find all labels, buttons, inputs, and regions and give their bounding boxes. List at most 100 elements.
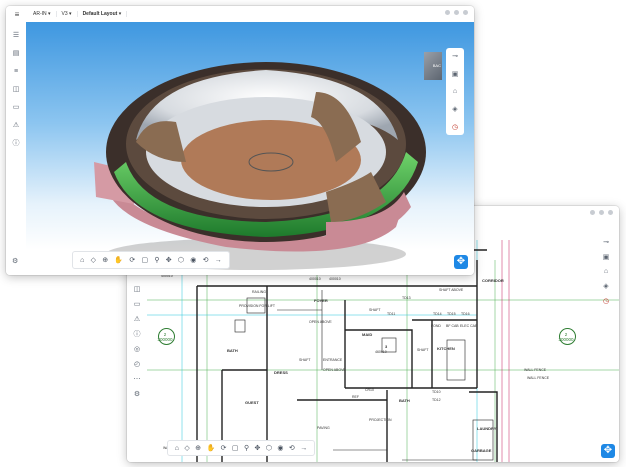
home-icon[interactable]: ⌂ [175, 445, 179, 452]
model-dropdown[interactable]: AR-IN ▾ [28, 11, 57, 17]
orbit-icon[interactable]: ⟳ [129, 256, 135, 264]
history-icon[interactable]: ◷ [452, 123, 458, 131]
zoom-icon[interactable]: ⊕ [195, 444, 201, 452]
close-button[interactable] [463, 10, 468, 15]
expand-button[interactable]: ✥ [454, 255, 468, 269]
grid-tag-right: 2 300000 [555, 332, 577, 342]
annotation: PAVING [317, 426, 330, 430]
cube-icon[interactable]: ◫ [13, 86, 20, 94]
screenshot-icon[interactable]: ▢ [232, 444, 239, 452]
minimize-button[interactable] [590, 210, 595, 215]
annotation: SHAFT ABOVE [439, 288, 464, 292]
annotation: BF CAB [446, 324, 459, 328]
dropdown-label: Default Layout [82, 11, 118, 17]
layers-icon[interactable]: ▣ [603, 253, 610, 261]
annotation: 400010 [329, 277, 341, 281]
history-icon[interactable]: ◷ [603, 297, 609, 305]
home-icon[interactable]: ⌂ [604, 268, 608, 275]
annotation: TD14 [433, 312, 442, 316]
room-label: LAUNDRY [477, 426, 497, 431]
room-label: FOYER [314, 298, 328, 303]
folder-icon[interactable]: ▭ [13, 104, 20, 112]
clock-icon[interactable]: ◴ [134, 361, 140, 369]
hamburger-icon[interactable]: ≡ [6, 10, 28, 19]
box-icon[interactable]: ◇ [184, 444, 189, 452]
arrow-icon[interactable]: → [300, 445, 307, 452]
home-icon[interactable]: ⌂ [80, 257, 84, 264]
camera-icon[interactable]: ◉ [277, 444, 283, 452]
zoom-icon[interactable]: ⊕ [102, 256, 108, 264]
layers-icon[interactable]: ☰ [13, 32, 19, 40]
annotation: RAILING [252, 290, 267, 294]
room-label: CORRIDOR [482, 278, 504, 283]
info-icon[interactable]: ⓘ [13, 140, 20, 148]
annotation: TD16 [461, 312, 470, 316]
box-icon[interactable]: ◇ [91, 256, 96, 264]
measure-icon[interactable]: ⊸ [603, 238, 609, 246]
room-label: MAID [362, 332, 373, 337]
annotation: TD10 [432, 390, 441, 394]
grid-tag-value: 300000 [157, 337, 173, 342]
annotation: PROVISION FOR LIFT [239, 304, 275, 308]
room-label: GARBAGE [471, 448, 492, 453]
section-icon[interactable]: ◈ [452, 105, 457, 113]
layout-dropdown[interactable]: Default Layout ▾ [78, 11, 128, 17]
warning-icon[interactable]: ⚠ [13, 122, 19, 130]
model-window-topbar: ≡ AR-IN ▾ V3 ▾ Default Layout ▾ [6, 6, 474, 23]
annotation: OPEN ABOVE [309, 320, 332, 324]
folder-icon[interactable]: ▭ [134, 301, 141, 309]
cube-3d-icon[interactable]: ⬡ [266, 444, 272, 452]
annotation: WALL FENCE [524, 368, 547, 372]
more-icon[interactable]: ⋯ [134, 376, 141, 384]
room-label: KITCHEN [437, 346, 455, 351]
model-bottom-toolbar: ⌂ ◇ ⊕ ✋ ⟳ ▢ ⚲ ✥ ⬡ ◉ ⟲ → [72, 251, 230, 269]
view-cube[interactable]: BAC [424, 52, 442, 80]
info-icon[interactable]: ⓘ [134, 331, 141, 339]
walk-icon[interactable]: ⚲ [154, 256, 159, 264]
move-icon[interactable]: ✥ [255, 444, 261, 452]
3d-viewport[interactable]: BAC ⊸ ▣ ⌂ ◈ ◷ ⌂ ◇ ⊕ ✋ ⟳ ▢ ⚲ ✥ ⬡ ◉ ⟲ → ✥ [26, 22, 474, 275]
list-icon[interactable]: ≡ [14, 68, 18, 76]
cube-icon[interactable]: ◫ [134, 286, 141, 294]
expand-button[interactable]: ✥ [601, 444, 615, 458]
stadium-3d-model [94, 62, 426, 270]
section-icon[interactable]: ◈ [603, 282, 608, 290]
room-label: DRESS [274, 370, 288, 375]
pan-icon[interactable]: ✋ [114, 256, 123, 264]
room-label: BATH [227, 348, 238, 353]
annotation: 400010 [309, 277, 321, 281]
annotation: TD12 [432, 398, 441, 402]
screenshot-icon[interactable]: ▢ [141, 256, 148, 264]
cube-3d-icon[interactable]: ⬡ [178, 256, 184, 264]
plan-right-toolbar: ⊸ ▣ ⌂ ◈ ◷ [599, 238, 613, 305]
annotation: PROJECTION [369, 418, 392, 422]
reset-icon[interactable]: ⟲ [203, 256, 209, 264]
room-number: 3 [385, 344, 388, 349]
walk-icon[interactable]: ⚲ [244, 444, 249, 452]
annotation: OPEN ABOVE [323, 368, 346, 372]
settings-icon[interactable]: ⚙ [12, 257, 18, 265]
camera-icon[interactable]: ◉ [190, 256, 196, 264]
measure-icon[interactable]: ⊸ [452, 52, 458, 60]
view-cube-label: BAC [432, 63, 441, 68]
version-dropdown[interactable]: V3 ▾ [57, 11, 78, 17]
target-icon[interactable]: ◎ [134, 346, 140, 354]
stack-icon[interactable]: ▤ [13, 50, 20, 58]
maximize-button[interactable] [599, 210, 604, 215]
warning-icon[interactable]: ⚠ [134, 316, 140, 324]
minimize-button[interactable] [445, 10, 450, 15]
orbit-icon[interactable]: ⟳ [221, 444, 227, 452]
annotation: TD15 [447, 312, 456, 316]
move-icon[interactable]: ✥ [166, 256, 172, 264]
maximize-button[interactable] [454, 10, 459, 15]
annotation: CR10 [365, 388, 374, 392]
reset-icon[interactable]: ⟲ [289, 444, 295, 452]
settings-icon[interactable]: ⚙ [134, 391, 140, 399]
annotation: SHAFT [299, 358, 311, 362]
pan-icon[interactable]: ✋ [206, 444, 215, 452]
home-icon[interactable]: ⌂ [453, 88, 457, 95]
close-button[interactable] [608, 210, 613, 215]
window-controls [445, 10, 468, 15]
layers-icon[interactable]: ▣ [452, 70, 459, 78]
arrow-icon[interactable]: → [215, 257, 222, 264]
